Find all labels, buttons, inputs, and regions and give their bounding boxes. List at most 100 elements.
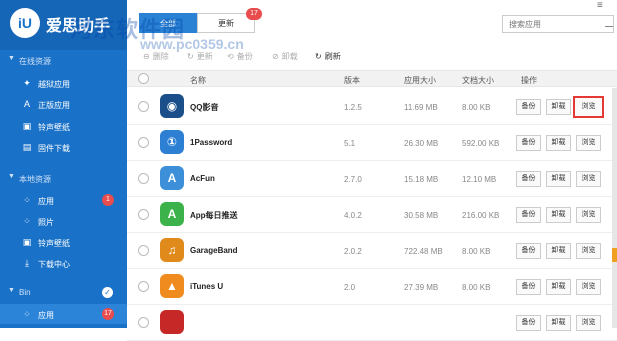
uninstall-button[interactable]: 卸载 bbox=[546, 243, 571, 259]
search-input[interactable] bbox=[502, 15, 614, 33]
sidebar-item-ringtones[interactable]: ▣ 铃声壁纸 bbox=[0, 116, 127, 136]
uninstall-button[interactable]: 卸载 bbox=[546, 171, 571, 187]
update-button[interactable]: ↻ 更新 bbox=[187, 51, 213, 62]
table-row[interactable]: 备份 卸载 浏览 bbox=[127, 305, 617, 341]
sidebar-item-downloads[interactable]: ⤓ 下载中心 bbox=[0, 253, 127, 273]
app-name: 1Password bbox=[190, 138, 233, 147]
sidebar-item-label: 固件下载 bbox=[38, 144, 70, 153]
app-size: 15.18 MB bbox=[404, 175, 439, 184]
browse-button[interactable]: 浏览 bbox=[576, 243, 601, 259]
collapse-triangle-icon: ▼ bbox=[8, 173, 15, 180]
row-checkbox[interactable] bbox=[138, 209, 149, 220]
browse-button[interactable]: 浏览 bbox=[576, 279, 601, 295]
table-row[interactable]: A AcFun 2.7.0 15.18 MB 12.10 MB 备份 卸载 浏览 bbox=[127, 161, 617, 197]
app-size: 11.69 MB bbox=[404, 103, 438, 112]
minimize-icon[interactable] bbox=[605, 26, 613, 27]
app-store-icon: A bbox=[23, 99, 30, 109]
button-label: 刷新 bbox=[324, 52, 341, 61]
scrollbar[interactable] bbox=[612, 88, 617, 328]
row-checkbox[interactable] bbox=[138, 101, 149, 112]
uninstall-button[interactable]: 卸载 bbox=[546, 279, 571, 295]
app-icon: ♫ bbox=[160, 238, 184, 262]
sidebar-item-device-apps[interactable]: ⁘ 应用 17 bbox=[0, 304, 127, 324]
sidebar-item-firmware[interactable]: ▤ 固件下载 bbox=[0, 137, 127, 157]
section-label: 在线资源 bbox=[19, 57, 51, 66]
firmware-icon: ▤ bbox=[22, 142, 32, 152]
button-label: 卸载 bbox=[281, 52, 298, 61]
browse-button[interactable]: 浏览 bbox=[576, 207, 601, 223]
sidebar-item-local-ringtones[interactable]: ▣ 铃声壁纸 bbox=[0, 232, 127, 252]
doc-size: 12.10 MB bbox=[462, 175, 497, 184]
backup-button[interactable]: 备份 bbox=[516, 135, 541, 151]
update-icon: ↻ bbox=[187, 52, 194, 61]
browse-button[interactable]: 浏览 bbox=[573, 96, 604, 118]
browse-button[interactable]: 浏览 bbox=[576, 135, 601, 151]
uninstall-button[interactable]: ⊘ 卸载 bbox=[272, 51, 298, 62]
row-checkbox[interactable] bbox=[138, 137, 149, 148]
button-label: 备份 bbox=[236, 52, 253, 61]
row-checkbox[interactable] bbox=[138, 281, 149, 292]
jailbreak-icon: ✦ bbox=[23, 78, 31, 88]
delete-icon: ⊖ bbox=[143, 52, 150, 61]
backup-button[interactable]: 备份 bbox=[516, 279, 541, 295]
app-name: QQ影音 bbox=[190, 103, 219, 112]
connected-check-icon: ✓ bbox=[102, 287, 113, 298]
doc-size: 8.00 KB bbox=[462, 283, 491, 292]
table-row[interactable]: ① 1Password 5.1 26.30 MB 592.00 KB 备份 卸载 浏览 bbox=[127, 125, 617, 161]
device-section[interactable]: ▼ Bin ✓ bbox=[0, 284, 127, 302]
logo-icon: iU bbox=[10, 8, 40, 38]
backup-button[interactable]: 备份 bbox=[516, 99, 541, 115]
row-checkbox[interactable] bbox=[138, 173, 149, 184]
table-row[interactable]: ▲ iTunes U 2.0 27.39 MB 8.00 KB 备份 卸载 浏览 bbox=[127, 269, 617, 305]
app-size: 30.58 MB bbox=[404, 211, 439, 220]
uninstall-button[interactable]: 卸载 bbox=[546, 315, 571, 331]
doc-size: 8.00 KB bbox=[462, 103, 491, 112]
app-name: AcFun bbox=[190, 174, 215, 183]
collapse-triangle-icon: ▼ bbox=[8, 287, 15, 294]
uninstall-button[interactable]: 卸载 bbox=[546, 135, 571, 151]
row-checkbox[interactable] bbox=[138, 317, 149, 328]
column-header-actions: 操作 bbox=[521, 76, 537, 85]
doc-size: 592.00 KB bbox=[462, 139, 500, 148]
backup-button[interactable]: 备份 bbox=[516, 243, 541, 259]
toolbar: ⊖ 删除 ↻ 更新 ⟲ 备份 ⊘ 卸载 ↻ 刷新 bbox=[127, 44, 617, 68]
backup-button[interactable]: 备份 bbox=[516, 315, 541, 331]
uninstall-button[interactable]: 卸载 bbox=[546, 99, 571, 115]
device-name: Bin bbox=[19, 288, 31, 297]
table-row[interactable]: ◉ QQ影音 1.2.5 11.69 MB 8.00 KB 备份 卸载 浏览 bbox=[127, 89, 617, 125]
app-icon bbox=[160, 310, 184, 334]
refresh-button[interactable]: ↻ 刷新 bbox=[315, 51, 341, 62]
app-icon: A bbox=[160, 166, 184, 190]
uninstall-button[interactable]: 卸载 bbox=[546, 207, 571, 223]
app-name: GarageBand bbox=[190, 246, 238, 255]
column-header-app-size: 应用大小 bbox=[404, 76, 436, 85]
download-icon: ⤓ bbox=[25, 258, 29, 268]
app-version: 4.0.2 bbox=[344, 211, 362, 220]
backup-button[interactable]: 备份 bbox=[516, 171, 541, 187]
backup-button[interactable]: ⟲ 备份 bbox=[227, 51, 253, 62]
row-checkbox[interactable] bbox=[138, 245, 149, 256]
section-label: 本地资源 bbox=[19, 175, 51, 184]
delete-button[interactable]: ⊖ 删除 bbox=[143, 51, 169, 62]
app-version: 2.7.0 bbox=[344, 175, 362, 184]
wallpaper-icon: ▣ bbox=[22, 237, 32, 247]
app-icon: ◉ bbox=[160, 94, 184, 118]
select-all-checkbox[interactable] bbox=[138, 73, 149, 84]
table-row[interactable]: ♫ GarageBand 2.0.2 722.48 MB 8.00 KB 备份 卸载 浏览 bbox=[127, 233, 617, 269]
column-header-version: 版本 bbox=[344, 76, 360, 85]
local-resources-section[interactable]: ▼ 本地资源 bbox=[0, 170, 127, 188]
backup-button[interactable]: 备份 bbox=[516, 207, 541, 223]
button-label: 更新 bbox=[196, 52, 213, 61]
sidebar-item-genuine-apps[interactable]: A 正版应用 bbox=[0, 94, 127, 114]
sidebar-item-photos[interactable]: ⁘ 照片 bbox=[0, 211, 127, 231]
menu-icon[interactable]: ≡ bbox=[597, 0, 603, 11]
sidebar: iU 爱思助手 ▼ 在线资源 ✦ 越狱应用 A 正版应用 ▣ 铃声壁纸 ▤ 固件… bbox=[0, 0, 127, 328]
browse-button[interactable]: 浏览 bbox=[576, 315, 601, 331]
app-version: 5.1 bbox=[344, 139, 356, 148]
table-row[interactable]: A App每日推送 4.0.2 30.58 MB 216.00 KB 备份 卸载 浏览 bbox=[127, 197, 617, 233]
tab-updates[interactable]: 更新 17 bbox=[197, 8, 262, 33]
sidebar-item-local-apps[interactable]: ⁘ 应用 1 bbox=[0, 190, 127, 210]
sidebar-item-jailbreak-apps[interactable]: ✦ 越狱应用 bbox=[0, 73, 127, 93]
online-resources-section[interactable]: ▼ 在线资源 bbox=[0, 52, 127, 70]
browse-button[interactable]: 浏览 bbox=[576, 171, 601, 187]
